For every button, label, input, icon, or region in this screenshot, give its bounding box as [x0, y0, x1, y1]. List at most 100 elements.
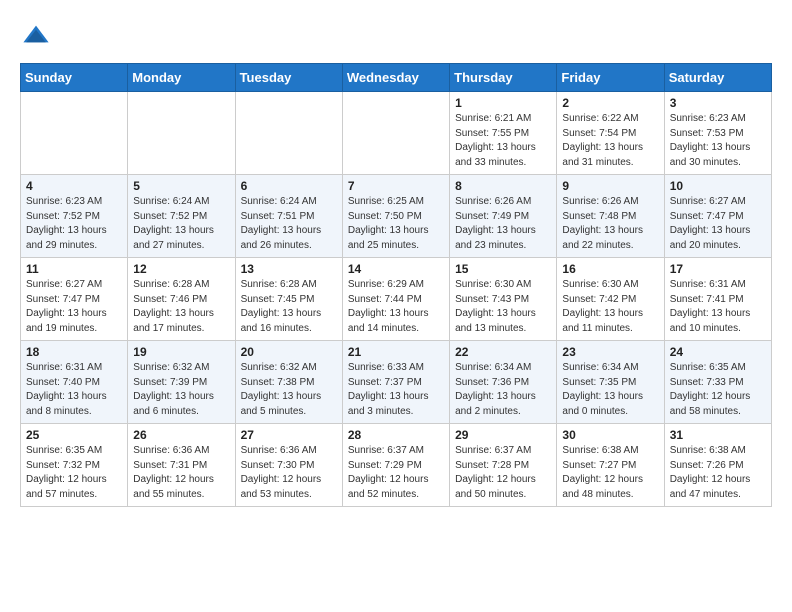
- calendar-cell: 15Sunrise: 6:30 AM Sunset: 7:43 PM Dayli…: [450, 258, 557, 341]
- calendar-cell: 12Sunrise: 6:28 AM Sunset: 7:46 PM Dayli…: [128, 258, 235, 341]
- day-info: Sunrise: 6:27 AM Sunset: 7:47 PM Dayligh…: [26, 278, 122, 336]
- calendar-day-header: Sunday: [21, 64, 128, 92]
- day-number: 23: [562, 345, 658, 359]
- day-info: Sunrise: 6:32 AM Sunset: 7:39 PM Dayligh…: [133, 361, 229, 419]
- day-number: 22: [455, 345, 551, 359]
- day-info: Sunrise: 6:21 AM Sunset: 7:55 PM Dayligh…: [455, 112, 551, 170]
- calendar-cell: 21Sunrise: 6:33 AM Sunset: 7:37 PM Dayli…: [342, 341, 449, 424]
- day-info: Sunrise: 6:37 AM Sunset: 7:29 PM Dayligh…: [348, 444, 444, 502]
- calendar-cell: [21, 92, 128, 175]
- calendar-cell: 31Sunrise: 6:38 AM Sunset: 7:26 PM Dayli…: [664, 424, 771, 507]
- day-number: 16: [562, 262, 658, 276]
- day-info: Sunrise: 6:23 AM Sunset: 7:53 PM Dayligh…: [670, 112, 766, 170]
- calendar-week-row: 25 Sunrise: 6:35 AM Sunset: 7:32 PM Dayli…: [21, 424, 772, 507]
- day-number: 28: [348, 428, 444, 442]
- calendar-cell: 1 Sunrise: 6:21 AM Sunset: 7:55 PM Daylig…: [450, 92, 557, 175]
- day-number: 7: [348, 179, 444, 193]
- day-info: Sunrise: 6:26 AM Sunset: 7:48 PM Dayligh…: [562, 195, 658, 253]
- day-info: Sunrise: 6:34 AM Sunset: 7:36 PM Dayligh…: [455, 361, 551, 419]
- day-info: Sunrise: 6:31 AM Sunset: 7:41 PM Dayligh…: [670, 278, 766, 336]
- calendar-cell: 13 Sunrise: 6:28 AM Sunset: 7:45 PM Dayli…: [235, 258, 342, 341]
- day-number: 30: [562, 428, 658, 442]
- day-number: 31: [670, 428, 766, 442]
- day-number: 14: [348, 262, 444, 276]
- calendar-header-row: SundayMondayTuesdayWednesdayThursdayFrid…: [21, 64, 772, 92]
- header: [20, 16, 772, 53]
- day-info: Sunrise: 6:25 AM Sunset: 7:50 PM Dayligh…: [348, 195, 444, 253]
- calendar-cell: 16Sunrise: 6:30 AM Sunset: 7:42 PM Dayli…: [557, 258, 664, 341]
- calendar-day-header: Saturday: [664, 64, 771, 92]
- day-number: 3: [670, 96, 766, 110]
- day-number: 1: [455, 96, 551, 110]
- day-info: Sunrise: 6:27 AM Sunset: 7:47 PM Dayligh…: [670, 195, 766, 253]
- calendar-cell: 26 Sunrise: 6:36 AM Sunset: 7:31 PM Dayli…: [128, 424, 235, 507]
- day-number: 4: [26, 179, 122, 193]
- calendar-cell: 27 Sunrise: 6:36 AM Sunset: 7:30 PM Dayli…: [235, 424, 342, 507]
- calendar-body: 1 Sunrise: 6:21 AM Sunset: 7:55 PM Daylig…: [21, 92, 772, 507]
- calendar-cell: 25 Sunrise: 6:35 AM Sunset: 7:32 PM Dayli…: [21, 424, 128, 507]
- day-info: Sunrise: 6:29 AM Sunset: 7:44 PM Dayligh…: [348, 278, 444, 336]
- day-number: 5: [133, 179, 229, 193]
- calendar-day-header: Thursday: [450, 64, 557, 92]
- calendar-week-row: 4 Sunrise: 6:23 AM Sunset: 7:52 PM Daylig…: [21, 175, 772, 258]
- day-number: 19: [133, 345, 229, 359]
- day-info: Sunrise: 6:31 AM Sunset: 7:40 PM Dayligh…: [26, 361, 122, 419]
- calendar-week-row: 18 Sunrise: 6:31 AM Sunset: 7:40 PM Dayli…: [21, 341, 772, 424]
- calendar-day-header: Tuesday: [235, 64, 342, 92]
- calendar-cell: 29 Sunrise: 6:37 AM Sunset: 7:28 PM Dayli…: [450, 424, 557, 507]
- day-number: 29: [455, 428, 551, 442]
- calendar-cell: 10 Sunrise: 6:27 AM Sunset: 7:47 PM Dayli…: [664, 175, 771, 258]
- calendar-cell: 24 Sunrise: 6:35 AM Sunset: 7:33 PM Dayli…: [664, 341, 771, 424]
- calendar-cell: 11Sunrise: 6:27 AM Sunset: 7:47 PM Dayli…: [21, 258, 128, 341]
- logo: [20, 20, 50, 53]
- day-info: Sunrise: 6:37 AM Sunset: 7:28 PM Dayligh…: [455, 444, 551, 502]
- day-number: 24: [670, 345, 766, 359]
- day-number: 13: [241, 262, 337, 276]
- calendar-cell: 2Sunrise: 6:22 AM Sunset: 7:54 PM Daylig…: [557, 92, 664, 175]
- logo-icon: [22, 20, 50, 48]
- calendar-cell: 19 Sunrise: 6:32 AM Sunset: 7:39 PM Dayli…: [128, 341, 235, 424]
- calendar-day-header: Friday: [557, 64, 664, 92]
- day-info: Sunrise: 6:26 AM Sunset: 7:49 PM Dayligh…: [455, 195, 551, 253]
- calendar-cell: [342, 92, 449, 175]
- day-number: 20: [241, 345, 337, 359]
- day-number: 9: [562, 179, 658, 193]
- calendar-cell: 8Sunrise: 6:26 AM Sunset: 7:49 PM Daylig…: [450, 175, 557, 258]
- calendar-cell: 14 Sunrise: 6:29 AM Sunset: 7:44 PM Dayli…: [342, 258, 449, 341]
- day-number: 6: [241, 179, 337, 193]
- calendar-table: SundayMondayTuesdayWednesdayThursdayFrid…: [20, 63, 772, 507]
- calendar-cell: [128, 92, 235, 175]
- calendar-cell: [235, 92, 342, 175]
- day-info: Sunrise: 6:33 AM Sunset: 7:37 PM Dayligh…: [348, 361, 444, 419]
- calendar-cell: 28 Sunrise: 6:37 AM Sunset: 7:29 PM Dayli…: [342, 424, 449, 507]
- day-info: Sunrise: 6:30 AM Sunset: 7:43 PM Dayligh…: [455, 278, 551, 336]
- day-number: 26: [133, 428, 229, 442]
- day-number: 25: [26, 428, 122, 442]
- calendar-cell: 4 Sunrise: 6:23 AM Sunset: 7:52 PM Daylig…: [21, 175, 128, 258]
- day-info: Sunrise: 6:24 AM Sunset: 7:51 PM Dayligh…: [241, 195, 337, 253]
- calendar-cell: 5 Sunrise: 6:24 AM Sunset: 7:52 PM Daylig…: [128, 175, 235, 258]
- day-info: Sunrise: 6:34 AM Sunset: 7:35 PM Dayligh…: [562, 361, 658, 419]
- calendar-cell: 17 Sunrise: 6:31 AM Sunset: 7:41 PM Dayli…: [664, 258, 771, 341]
- calendar-day-header: Wednesday: [342, 64, 449, 92]
- calendar-cell: 3 Sunrise: 6:23 AM Sunset: 7:53 PM Daylig…: [664, 92, 771, 175]
- day-info: Sunrise: 6:35 AM Sunset: 7:32 PM Dayligh…: [26, 444, 122, 502]
- calendar-cell: 23 Sunrise: 6:34 AM Sunset: 7:35 PM Dayli…: [557, 341, 664, 424]
- day-number: 10: [670, 179, 766, 193]
- day-info: Sunrise: 6:38 AM Sunset: 7:27 PM Dayligh…: [562, 444, 658, 502]
- day-info: Sunrise: 6:36 AM Sunset: 7:31 PM Dayligh…: [133, 444, 229, 502]
- calendar-day-header: Monday: [128, 64, 235, 92]
- day-number: 27: [241, 428, 337, 442]
- day-info: Sunrise: 6:35 AM Sunset: 7:33 PM Dayligh…: [670, 361, 766, 419]
- day-info: Sunrise: 6:36 AM Sunset: 7:30 PM Dayligh…: [241, 444, 337, 502]
- calendar-week-row: 11Sunrise: 6:27 AM Sunset: 7:47 PM Dayli…: [21, 258, 772, 341]
- calendar-cell: 22 Sunrise: 6:34 AM Sunset: 7:36 PM Dayli…: [450, 341, 557, 424]
- day-info: Sunrise: 6:28 AM Sunset: 7:45 PM Dayligh…: [241, 278, 337, 336]
- calendar-cell: 9 Sunrise: 6:26 AM Sunset: 7:48 PM Daylig…: [557, 175, 664, 258]
- day-info: Sunrise: 6:24 AM Sunset: 7:52 PM Dayligh…: [133, 195, 229, 253]
- day-info: Sunrise: 6:23 AM Sunset: 7:52 PM Dayligh…: [26, 195, 122, 253]
- day-number: 18: [26, 345, 122, 359]
- day-number: 17: [670, 262, 766, 276]
- day-info: Sunrise: 6:28 AM Sunset: 7:46 PM Dayligh…: [133, 278, 229, 336]
- day-number: 2: [562, 96, 658, 110]
